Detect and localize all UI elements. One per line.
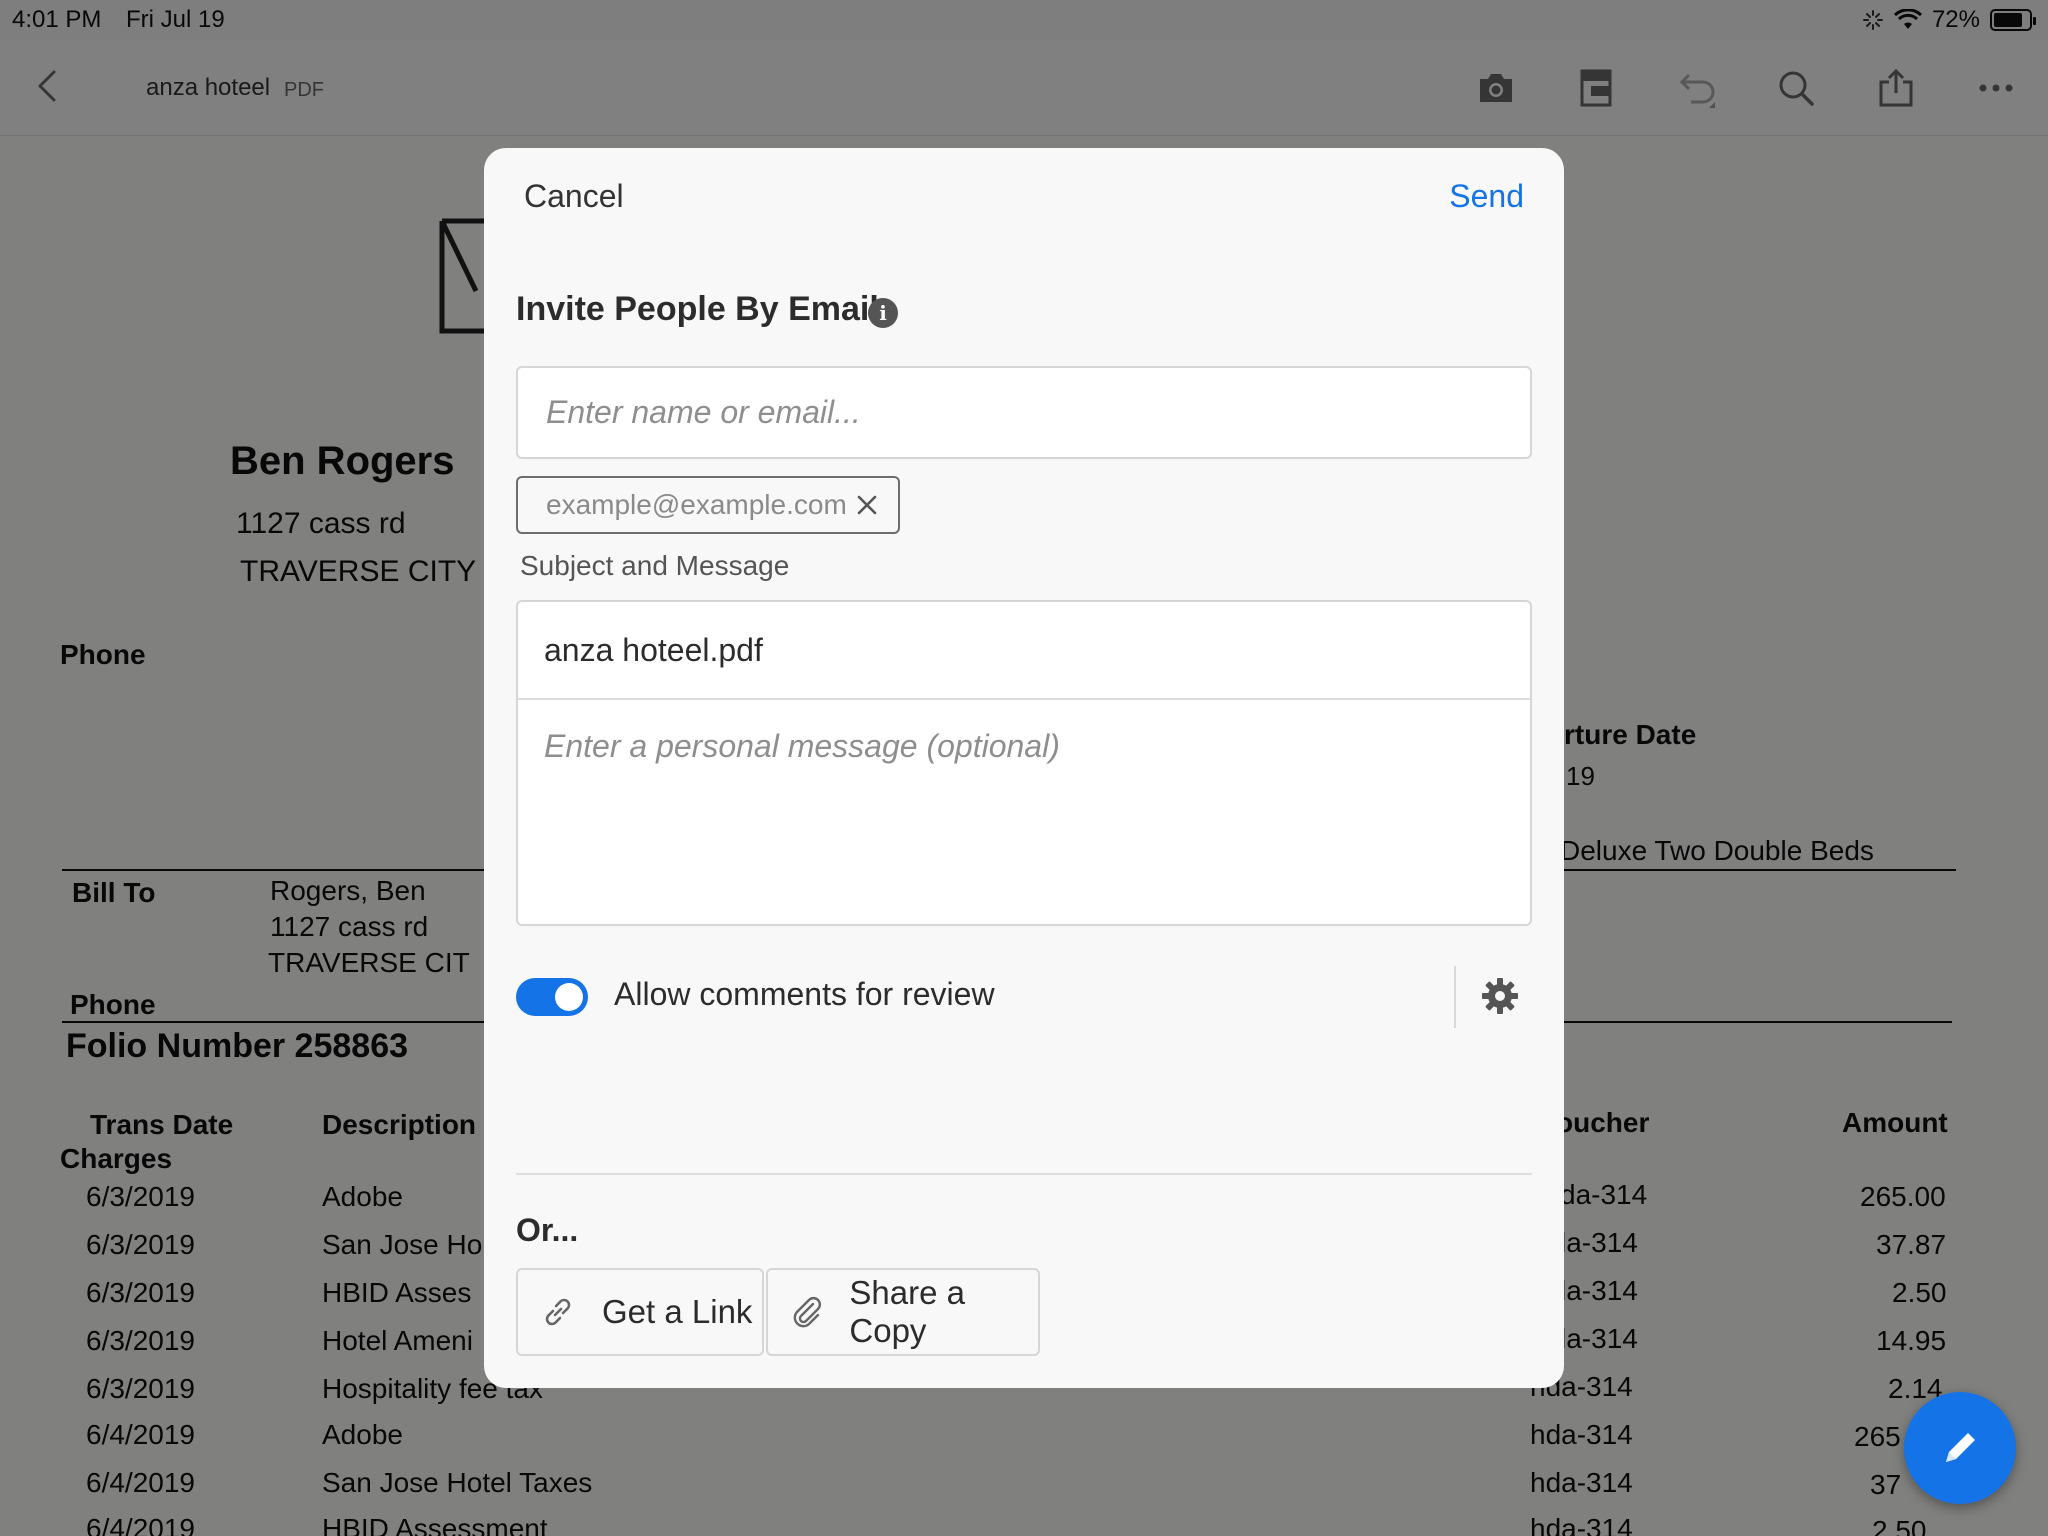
section-divider — [516, 1173, 1532, 1175]
remove-recipient-icon[interactable] — [852, 490, 882, 520]
send-button[interactable]: Send — [1449, 178, 1524, 215]
vertical-divider — [1454, 966, 1456, 1028]
gear-icon[interactable] — [1480, 976, 1520, 1016]
or-label: Or... — [516, 1212, 579, 1248]
subject-message-label: Subject and Message — [520, 550, 790, 581]
subject-value: anza hoteel.pdf — [544, 631, 763, 668]
message-field[interactable]: Enter a personal message (optional) — [544, 728, 1060, 765]
message-box: anza hoteel.pdf Enter a personal message… — [516, 600, 1532, 926]
allow-comments-label: Allow comments for review — [614, 976, 995, 1012]
pencil-icon — [1946, 1433, 1975, 1462]
subject-field[interactable]: anza hoteel.pdf — [518, 602, 1530, 700]
edit-fab-button[interactable] — [1904, 1392, 2016, 1504]
get-link-label: Get a Link — [602, 1293, 753, 1330]
email-input[interactable] — [516, 366, 1532, 459]
info-icon[interactable]: i — [868, 298, 898, 328]
link-icon — [538, 1292, 578, 1332]
recipient-chip-label: example@example.com — [546, 489, 847, 520]
share-copy-button[interactable]: Share a Copy — [766, 1268, 1040, 1356]
paperclip-icon — [788, 1292, 825, 1332]
cancel-button[interactable]: Cancel — [524, 178, 624, 215]
get-link-button[interactable]: Get a Link — [516, 1268, 764, 1356]
share-dialog: Cancel Send Invite People By Email i exa… — [484, 148, 1564, 1388]
share-copy-label: Share a Copy — [849, 1274, 965, 1349]
invite-heading: Invite People By Email — [516, 290, 879, 328]
allow-comments-toggle[interactable] — [516, 978, 588, 1016]
recipient-chip: example@example.com — [516, 476, 900, 534]
